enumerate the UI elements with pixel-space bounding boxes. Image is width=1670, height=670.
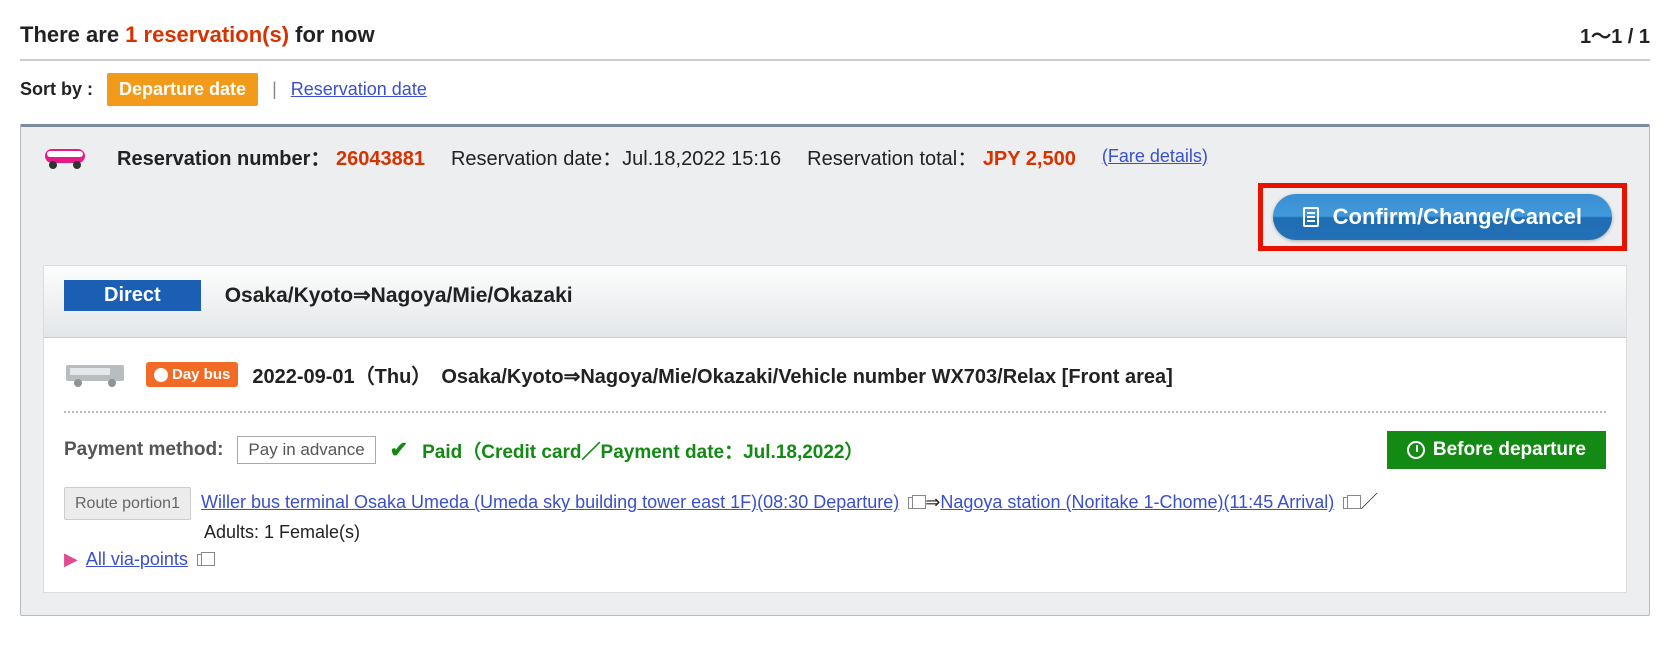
title-prefix: There are [20, 22, 125, 47]
reservation-date-label: Reservation date： [451, 148, 622, 170]
document-icon [1303, 207, 1319, 227]
reservation-card: Reservation number： 26043881 Reservation… [20, 124, 1650, 616]
page-title: There are 1 reservation(s) for now [20, 22, 375, 48]
passengers-line: Adults: 1 Female(s) [204, 522, 1606, 543]
day-bus-badge: Day bus [146, 362, 238, 387]
route-portion-badge: Route portion1 [64, 487, 191, 520]
reservation-count: 1 reservation(s) [125, 22, 289, 47]
reservation-date-value: Jul.18,2022 15:16 [622, 148, 781, 170]
sort-label: Sort by : [20, 79, 93, 100]
status-badge: Before departure [1387, 431, 1606, 469]
confirm-button-label: Confirm/Change/Cancel [1333, 204, 1582, 230]
action-highlight: Confirm/Change/Cancel [1258, 183, 1627, 251]
external-link-icon [908, 497, 920, 509]
route-detail: Route portion1 Willer bus terminal Osaka… [64, 487, 1606, 520]
sort-reservation-date[interactable]: Reservation date [291, 79, 427, 100]
paid-text: Paid（Credit card／Payment date：Jul.18,202… [422, 437, 863, 464]
reservation-total-label: Reservation total： [807, 148, 977, 170]
arrival-stop-link[interactable]: Nagoya station (Noritake 1-Chome)(11:45 … [940, 492, 1334, 512]
trip-block: Direct Osaka/Kyoto⇒Nagoya/Mie/Okazaki Da… [43, 265, 1627, 593]
reservation-total-value: JPY 2,500 [983, 148, 1076, 170]
pager: 1～1 / 1 [1580, 20, 1650, 49]
sort-bar: Sort by : Departure date | Reservation d… [20, 73, 1650, 106]
clock-icon [1407, 441, 1425, 459]
fare-details-link[interactable]: (Fare details) [1102, 146, 1208, 167]
sort-separator: | [272, 79, 277, 100]
sort-departure-date[interactable]: Departure date [107, 73, 258, 106]
departure-stop-link[interactable]: Willer bus terminal Osaka Umeda (Umeda s… [201, 492, 899, 512]
day-bus-label: Day bus [172, 366, 230, 383]
bus-side-icon [64, 361, 132, 389]
title-suffix: for now [289, 22, 375, 47]
route-arrow: ⇒ [925, 492, 940, 512]
payment-method-box: Pay in advance [237, 436, 375, 464]
trip-header: Direct Osaka/Kyoto⇒Nagoya/Mie/Okazaki [44, 266, 1626, 338]
confirm-change-cancel-button[interactable]: Confirm/Change/Cancel [1273, 194, 1612, 240]
bus-icon [43, 141, 91, 171]
status-text: Before departure [1433, 439, 1586, 461]
route-title: Osaka/Kyoto⇒Nagoya/Mie/Okazaki [225, 283, 573, 308]
direct-badge: Direct [64, 280, 201, 311]
triangle-icon: ▶ [64, 549, 78, 569]
schedule-row: Day bus 2022-09-01（Thu） Osaka/Kyoto⇒Nago… [64, 360, 1606, 413]
via-points-row: ▶ All via-points [64, 549, 1606, 570]
reservation-number-value: 26043881 [336, 148, 425, 170]
external-link-icon [197, 554, 209, 566]
sun-icon [154, 368, 168, 382]
checkmark-icon: ✔ [390, 437, 408, 463]
all-via-points-link[interactable]: All via-points [86, 549, 188, 569]
route-slash: ／ [1360, 492, 1378, 512]
payment-label: Payment method: [64, 439, 223, 461]
reservation-meta: Reservation number： 26043881 Reservation… [43, 127, 1627, 183]
external-link-icon [1343, 497, 1355, 509]
reservation-number-label: Reservation number： [117, 148, 330, 170]
schedule-text: 2022-09-01（Thu） Osaka/Kyoto⇒Nagoya/Mie/O… [252, 360, 1172, 389]
payment-row: Payment method: Pay in advance ✔ Paid（Cr… [64, 431, 1606, 469]
